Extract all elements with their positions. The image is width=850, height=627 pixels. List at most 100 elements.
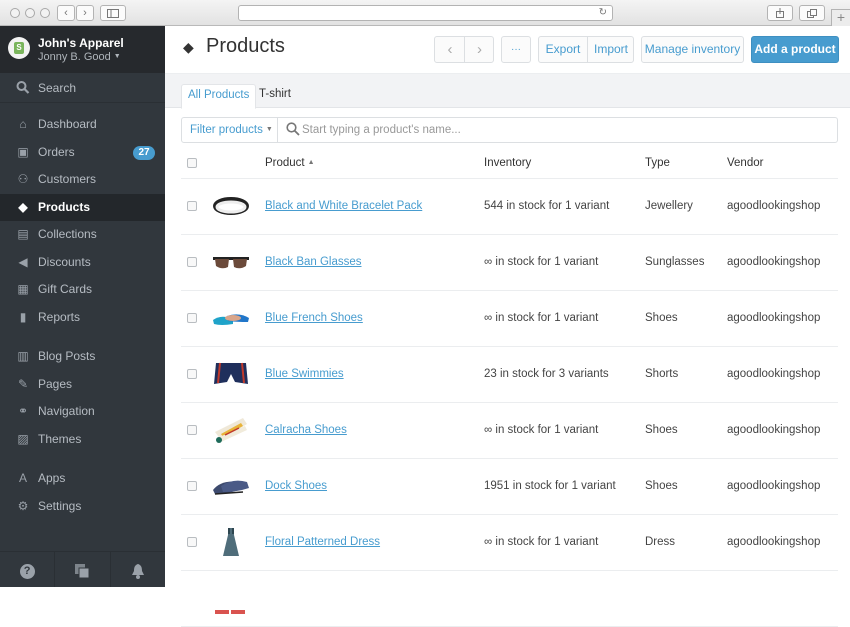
products-table: Product ▲ Inventory Type Vendor Black and…: [181, 148, 838, 627]
sidebar-item-gift-cards[interactable]: ▦ Gift Cards: [0, 276, 165, 304]
table-row[interactable]: Dock Shoes 1951 in stock for 1 variant S…: [181, 458, 838, 515]
row-checkbox[interactable]: [187, 200, 197, 211]
product-name-link[interactable]: Black and White Bracelet Pack: [265, 200, 422, 212]
sidebar-search-label: Search: [38, 81, 77, 95]
sidebar-item-themes[interactable]: ▨ Themes: [0, 426, 165, 454]
help-button[interactable]: ?: [0, 552, 56, 587]
sidebar-item-pages[interactable]: ✎ Pages: [0, 371, 165, 399]
chevron-left-icon: ‹: [447, 41, 453, 58]
main-content: ◆ Products ‹ › ··· Export Import Manage …: [165, 26, 850, 627]
table-row[interactable]: Floral Patterned Dress ∞ in stock for 1 …: [181, 514, 838, 571]
sidebar-item-label: Reports: [38, 309, 81, 324]
reload-icon[interactable]: ↻: [599, 6, 607, 20]
sidebar-item-label: Discounts: [38, 254, 91, 269]
home-icon: ⌂: [19, 117, 27, 131]
more-actions-button[interactable]: ···: [501, 36, 531, 63]
sidebar-item-collections[interactable]: ▤ Collections: [0, 221, 165, 249]
import-button[interactable]: Import: [588, 37, 634, 62]
gift-icon: ▦: [17, 282, 29, 296]
table-header-row: Product ▲ Inventory Type Vendor: [181, 148, 838, 179]
row-checkbox[interactable]: [187, 536, 197, 547]
previous-button[interactable]: ‹: [435, 37, 465, 62]
close-window-button[interactable]: [10, 8, 20, 18]
sidebar-item-label: Themes: [38, 431, 82, 446]
zoom-window-button[interactable]: [40, 8, 50, 18]
sort-ascending-icon: ▲: [307, 158, 315, 166]
sidebar-toggle-button[interactable]: [100, 5, 126, 21]
table-row[interactable]: Blue Swimmies 23 in stock for 3 variants…: [181, 346, 838, 403]
filter-products-label: Filter products: [190, 124, 263, 136]
vendor-cell: agoodlookingshop: [727, 402, 838, 459]
product-name-link[interactable]: Black Ban Glasses: [265, 256, 362, 268]
tab-t-shirt[interactable]: T-shirt: [253, 84, 297, 109]
tab-all-products[interactable]: All Products: [181, 84, 257, 109]
ellipsis-icon: ···: [511, 44, 521, 55]
caret-down-icon: ▼: [113, 53, 121, 60]
sidebar-item-discounts[interactable]: ◀ Discounts: [0, 249, 165, 277]
share-icon: [776, 8, 784, 18]
calracha-shoes-thumbnail: [211, 414, 251, 446]
row-checkbox[interactable]: [187, 256, 197, 267]
column-header-product[interactable]: Product ▲: [265, 148, 484, 179]
link-icon: ⚭: [17, 404, 29, 418]
sidebar-item-navigation[interactable]: ⚭ Navigation: [0, 398, 165, 426]
export-button[interactable]: Export: [539, 37, 587, 62]
address-bar[interactable]: ↻: [238, 5, 613, 21]
table-row[interactable]: Blue French Shoes ∞ in stock for 1 varia…: [181, 290, 838, 347]
sidebar-item-customers[interactable]: ⚇ Customers: [0, 166, 165, 194]
sidebar-item-label: Customers: [38, 172, 97, 186]
row-checkbox[interactable]: [187, 424, 197, 435]
product-name-link[interactable]: Dock Shoes: [265, 480, 327, 492]
row-checkbox[interactable]: [187, 480, 197, 491]
table-row[interactable]: Black Ban Glasses ∞ in stock for 1 varia…: [181, 234, 838, 291]
sidebar-footer: ?: [0, 551, 165, 587]
type-cell: Shorts: [645, 346, 727, 403]
new-tab-button[interactable]: +: [831, 9, 850, 26]
share-button[interactable]: [767, 5, 793, 21]
product-name-link[interactable]: Floral Patterned Dress: [265, 536, 380, 548]
column-header-type: Type: [645, 148, 727, 179]
filter-products-button[interactable]: Filter products ▼: [182, 118, 278, 142]
minimize-window-button[interactable]: [25, 8, 35, 18]
product-name-link[interactable]: Blue Swimmies: [265, 368, 344, 380]
sidebar-item-label: Products: [38, 199, 91, 214]
sidebar-item-reports[interactable]: ▮ Reports: [0, 304, 165, 332]
chevron-right-icon: ›: [83, 7, 87, 19]
pagination-group: ‹ ›: [434, 36, 494, 63]
inventory-cell: ∞ in stock for 1 variant: [484, 402, 645, 459]
row-checkbox[interactable]: [187, 368, 197, 379]
newspaper-icon: ▥: [17, 349, 29, 363]
add-product-button[interactable]: Add a product: [751, 36, 839, 63]
edit-page-icon: ✎: [17, 376, 29, 391]
stack-button[interactable]: [55, 552, 111, 587]
sidebar-search[interactable]: Search: [0, 73, 165, 103]
vendor-cell: agoodlookingshop: [727, 290, 838, 347]
sidebar-item-orders[interactable]: ▣ Orders 27: [0, 139, 165, 167]
gear-icon: ⚙: [17, 498, 29, 513]
table-row[interactable]: Calracha Shoes ∞ in stock for 1 variant …: [181, 402, 838, 459]
row-checkbox[interactable]: [187, 312, 197, 323]
bell-icon: [131, 563, 144, 579]
sidebar-item-apps[interactable]: A Apps: [0, 465, 165, 493]
user-menu[interactable]: Jonny B. Good ▼: [38, 51, 121, 63]
table-row[interactable]: Black and White Bracelet Pack 544 in sto…: [181, 178, 838, 235]
browser-back-button[interactable]: ‹: [57, 5, 75, 21]
manage-inventory-button[interactable]: Manage inventory: [641, 36, 744, 63]
sidebar-item-products[interactable]: ◆ Products: [0, 193, 165, 221]
select-all-checkbox[interactable]: [187, 157, 197, 168]
collections-icon: ▤: [17, 227, 29, 241]
sidebar-item-settings[interactable]: ⚙ Settings: [0, 493, 165, 521]
product-name-link[interactable]: Calracha Shoes: [265, 424, 347, 436]
blue-shoes-thumbnail: [211, 302, 251, 334]
tabs-overview-button[interactable]: [799, 5, 825, 21]
product-name-link[interactable]: Blue French Shoes: [265, 312, 363, 324]
next-button[interactable]: ›: [465, 37, 494, 62]
notifications-button[interactable]: [111, 552, 165, 587]
vendor-cell: agoodlookingshop: [727, 514, 838, 571]
browser-forward-button[interactable]: ›: [76, 5, 94, 21]
sidebar-item-blog-posts[interactable]: ▥ Blog Posts: [0, 343, 165, 371]
product-search-input[interactable]: [302, 120, 822, 140]
shopify-logo: S: [8, 37, 30, 59]
sidebar-item-dashboard[interactable]: ⌂ Dashboard: [0, 111, 165, 139]
store-switcher[interactable]: S John's Apparel Jonny B. Good ▼: [0, 26, 165, 73]
